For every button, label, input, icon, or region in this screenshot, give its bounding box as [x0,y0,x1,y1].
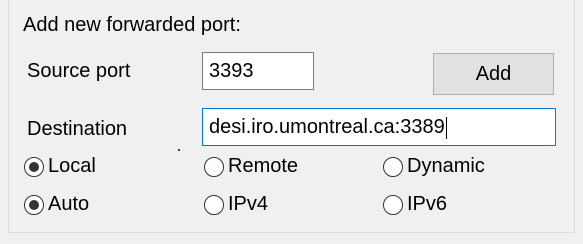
section-title: Add new forwarded port: [23,14,241,36]
text-caret [445,116,447,139]
destination-input[interactable]: desi.iro.umontreal.ca:3389 [202,108,556,146]
radio-remote[interactable]: Remote [204,155,298,178]
port-forwarding-panel: Add new forwarded port: Source port 3393… [0,0,583,244]
radio-dynamic-label: Dynamic [407,155,485,177]
source-port-input[interactable]: 3393 [202,52,314,90]
radio-ipv4[interactable]: IPv4 [204,193,268,216]
radio-unchecked-icon [383,194,403,215]
destination-label: Destination [27,118,128,140]
add-button[interactable]: Add [433,53,554,95]
radio-unchecked-icon [383,156,403,177]
destination-input-value: desi.iro.umontreal.ca:3389 [209,116,445,138]
radio-unchecked-icon [204,194,224,215]
radio-ipv6-label: IPv6 [407,193,448,215]
source-port-label: Source port [27,60,131,82]
radio-dynamic[interactable]: Dynamic [383,155,485,178]
radio-ipv4-label: IPv4 [228,193,269,215]
radio-local-label: Local [48,155,96,177]
radio-auto-label: Auto [48,193,90,215]
radio-remote-label: Remote [228,155,299,177]
radio-local[interactable]: Local [24,155,96,178]
radio-unchecked-icon [204,156,224,177]
radio-auto[interactable]: Auto [24,193,89,216]
radio-checked-icon [24,194,44,215]
focus-dot [178,149,180,151]
radio-ipv6[interactable]: IPv6 [383,193,447,216]
radio-checked-icon [24,156,44,177]
